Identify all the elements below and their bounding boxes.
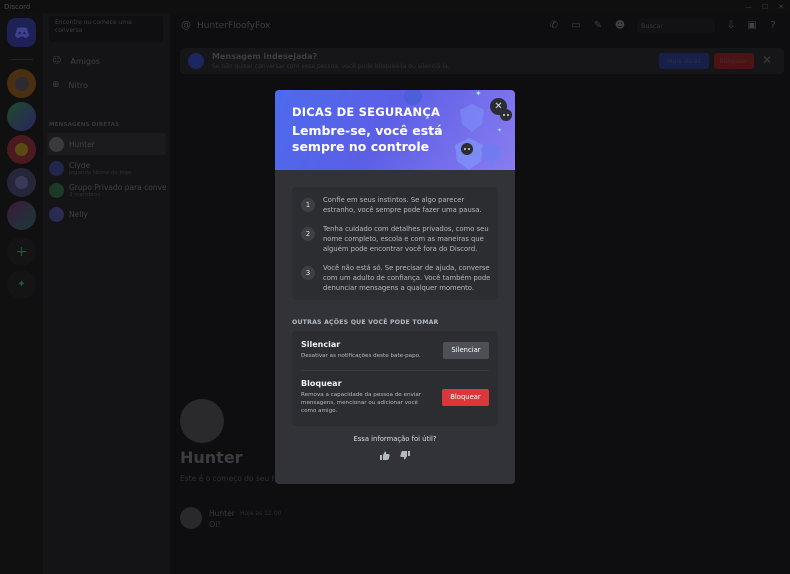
- tip-number: 2: [301, 227, 315, 241]
- feedback-question: Essa informação foi útil?: [353, 435, 437, 443]
- dm-name: Clyde: [69, 160, 91, 170]
- shield-icon: [188, 53, 204, 69]
- server-icon[interactable]: [7, 69, 36, 98]
- plus-icon: +: [15, 243, 28, 260]
- minimize-button[interactable]: —: [745, 3, 752, 11]
- download-icon[interactable]: ⇩: [725, 20, 737, 32]
- window-titlebar: Discord — ☐ ✕: [0, 0, 790, 13]
- profile-name: Hunter: [180, 448, 243, 467]
- video-icon[interactable]: ▭: [570, 20, 582, 32]
- help-icon[interactable]: ?: [767, 20, 779, 32]
- discord-logo-icon: [14, 26, 29, 38]
- avatar: [49, 136, 64, 152]
- block-button[interactable]: Bloquear: [442, 389, 489, 406]
- mute-button[interactable]: Silenciar: [443, 342, 489, 359]
- inbox-icon[interactable]: ▣: [746, 20, 758, 32]
- dm-status: Jogando Nome do Jogo: [69, 169, 132, 176]
- tip-text: Confie em seus instintos. Se algo parece…: [323, 196, 482, 214]
- message-author: Hunter: [209, 509, 235, 518]
- tip-number: 1: [301, 198, 315, 212]
- tip-text: Você não está só. Se precisar de ajuda, …: [323, 264, 491, 292]
- window-controls: — ☐ ✕: [745, 3, 790, 11]
- dm-item-nelly[interactable]: Nelly: [47, 203, 166, 225]
- compass-icon: ✦: [17, 279, 26, 290]
- close-window-button[interactable]: ✕: [778, 3, 784, 11]
- mute-description: Desativar as notificações deste bate-pap…: [301, 353, 421, 359]
- server-rail: + ✦: [0, 13, 43, 574]
- thumbs-up-icon[interactable]: [378, 451, 392, 465]
- actions-divider: [301, 370, 489, 371]
- server-icon[interactable]: [7, 201, 36, 230]
- explore-button[interactable]: ✦: [7, 270, 36, 299]
- maximize-button[interactable]: ☐: [762, 3, 768, 11]
- friends-icon: ☺: [52, 56, 62, 66]
- tip-item: 3 Você não está só. Se precisar de ajuda…: [301, 263, 491, 293]
- discord-app: Discord — ☐ ✕ + ✦ Encontre ou comece uma…: [0, 0, 790, 574]
- safety-banner: Mensagem indesejada? Se não quiser conve…: [180, 48, 784, 74]
- nav-nitro[interactable]: ⊕ Nitro: [49, 75, 163, 95]
- dm-name: Nelly: [69, 209, 88, 219]
- close-icon: ✕: [494, 101, 503, 112]
- conversation-search[interactable]: Encontre ou comece uma conversa: [49, 16, 163, 42]
- dm-item-group[interactable]: Grupo Privado para conver... 3 membros: [47, 179, 166, 201]
- more-tips-button[interactable]: Mais dicas: [659, 53, 709, 69]
- chat-header: @ HunterFloofyFox ✆ ▭ ✎ ☻ Buscar ⇩ ▣ ?: [170, 13, 790, 40]
- tip-number: 3: [301, 266, 315, 280]
- dm-name: Hunter: [69, 139, 95, 149]
- server-icon[interactable]: [7, 102, 36, 131]
- profile-avatar: [180, 399, 224, 443]
- pin-icon[interactable]: ✎: [592, 20, 604, 32]
- message-text: Oi!: [209, 520, 221, 529]
- modal-kicker: DICAS DE SEGURANÇA: [292, 105, 441, 119]
- modal-close-button[interactable]: ✕: [490, 98, 507, 115]
- nav-label: Amigos: [70, 56, 101, 66]
- nav-label: Nitro: [68, 80, 88, 90]
- nitro-icon: ⊕: [52, 80, 60, 90]
- dm-item-hunter[interactable]: Hunter: [47, 133, 166, 155]
- tip-item: 2 Tenha cuidado com detalhes privados, c…: [301, 224, 491, 254]
- tips-panel: 1 Confie em seus instintos. Se algo pare…: [292, 187, 498, 300]
- at-icon: @: [181, 20, 191, 31]
- window-title: Discord: [4, 2, 31, 11]
- message-avatar: [180, 507, 202, 529]
- message-timestamp: Hoje às 12:00: [240, 510, 282, 517]
- mute-title: Silenciar: [301, 340, 341, 349]
- channel-name: HunterFloofyFox: [197, 21, 271, 31]
- add-friend-icon[interactable]: ☻: [614, 20, 626, 32]
- banner-block-button[interactable]: Bloquear: [714, 53, 754, 69]
- add-server-button[interactable]: +: [7, 237, 36, 266]
- svg-text:✦: ✦: [497, 127, 502, 134]
- home-button[interactable]: [7, 18, 36, 47]
- banner-close-icon[interactable]: ✕: [762, 53, 772, 67]
- banner-subtitle: Se não quiser conversar com essa pessoa,…: [212, 63, 450, 70]
- chat-search-input[interactable]: Buscar: [637, 19, 715, 33]
- nav-friends[interactable]: ☺ Amigos: [49, 51, 163, 71]
- dm-members: 3 membros: [69, 191, 101, 198]
- server-icon[interactable]: [7, 135, 36, 164]
- dm-section-title: MENSAGENS DIRETAS: [49, 122, 120, 128]
- call-icon[interactable]: ✆: [548, 20, 560, 32]
- block-description: Remova a capacidade da pessoa de enviar …: [301, 392, 422, 414]
- dm-item-clyde[interactable]: Clyde Jogando Nome do Jogo: [47, 157, 166, 179]
- server-icon[interactable]: [7, 168, 36, 197]
- actions-panel: Silenciar Desativar as notificações dest…: [292, 331, 498, 426]
- avatar: [49, 160, 64, 176]
- safety-tips-modal: ✦ ✦ ✦ DICAS DE SEGURANÇA Lembre-se, você…: [275, 90, 515, 484]
- dm-sidebar: Encontre ou comece uma conversa ☺ Amigos…: [43, 13, 170, 574]
- banner-title: Mensagem indesejada?: [212, 52, 318, 61]
- avatar: [49, 206, 64, 222]
- svg-text:✦: ✦: [475, 90, 482, 98]
- dm-name: Grupo Privado para conver...: [69, 182, 166, 192]
- rail-divider: [10, 59, 33, 60]
- other-actions-title: OUTRAS AÇÕES QUE VOCÊ PODE TOMAR: [292, 319, 439, 326]
- thumbs-down-icon[interactable]: [398, 451, 412, 465]
- modal-headline: Lembre-se, você está sempre no controle: [292, 123, 443, 154]
- block-title: Bloquear: [301, 379, 342, 388]
- tip-item: 1 Confie em seus instintos. Se algo pare…: [301, 195, 491, 215]
- tip-text: Tenha cuidado com detalhes privados, com…: [323, 225, 489, 253]
- avatar: [49, 182, 64, 198]
- modal-hero: ✦ ✦ ✦ DICAS DE SEGURANÇA Lembre-se, você…: [275, 90, 515, 170]
